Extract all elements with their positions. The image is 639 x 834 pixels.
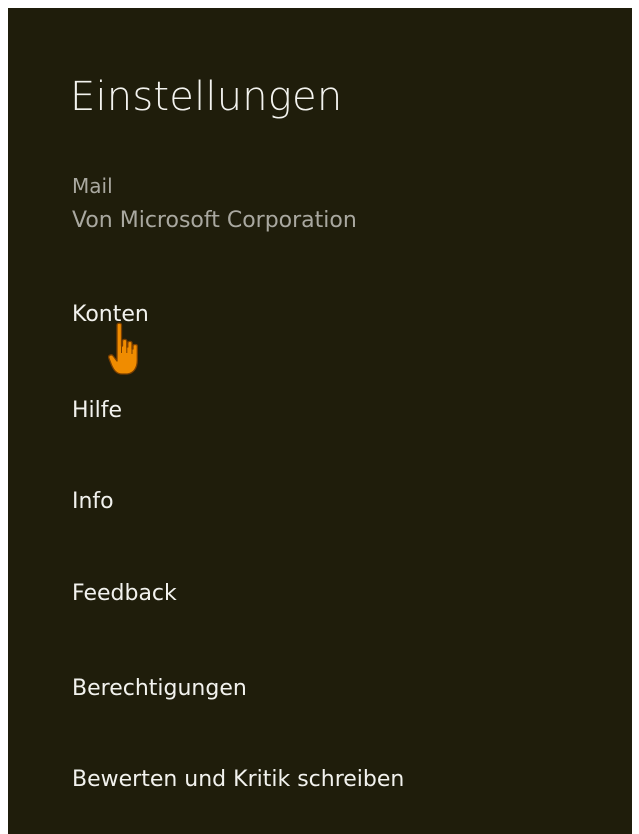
menu-item-hilfe[interactable]: Hilfe xyxy=(72,398,122,423)
hand-pointer-icon xyxy=(108,322,138,375)
settings-panel: Einstellungen Mail Von Microsoft Corpora… xyxy=(8,8,632,834)
menu-item-feedback[interactable]: Feedback xyxy=(72,581,177,606)
panel-title: Einstellungen xyxy=(70,74,343,120)
menu-item-berechtigungen[interactable]: Berechtigungen xyxy=(72,676,247,701)
screenshot-frame: Einstellungen Mail Von Microsoft Corpora… xyxy=(0,0,639,834)
menu-item-bewerten[interactable]: Bewerten und Kritik schreiben xyxy=(72,767,404,792)
menu-item-info[interactable]: Info xyxy=(72,489,114,514)
app-publisher: Von Microsoft Corporation xyxy=(72,208,357,233)
app-name: Mail xyxy=(72,174,113,198)
